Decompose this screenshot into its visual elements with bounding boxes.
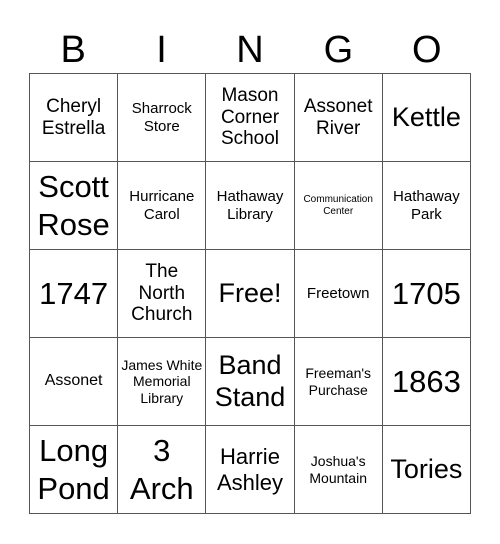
bingo-cell[interactable]: Hurricane Carol bbox=[118, 162, 207, 250]
header-letter-o: O bbox=[411, 29, 442, 71]
bingo-cell[interactable]: Hathaway Park bbox=[382, 162, 471, 250]
header-letter-b: B bbox=[60, 29, 86, 71]
bingo-cell[interactable]: James White Memorial Library bbox=[118, 338, 207, 426]
bingo-cell[interactable]: The North Church bbox=[118, 250, 207, 338]
bingo-cell[interactable]: Freetown bbox=[294, 250, 383, 338]
free-space-cell[interactable]: Free! bbox=[206, 250, 295, 338]
header-letter-g: G bbox=[323, 29, 354, 71]
header-letter-i: I bbox=[156, 29, 167, 71]
bingo-cell[interactable]: Mason Corner School bbox=[206, 74, 295, 162]
bingo-cell[interactable]: Hathaway Library bbox=[206, 162, 295, 250]
bingo-cell[interactable]: Communication Center bbox=[294, 162, 383, 250]
bingo-cell[interactable]: Scott Rose bbox=[30, 162, 119, 250]
bingo-grid: Cheryl Estrella Sharrock Store Mason Cor… bbox=[29, 73, 471, 514]
header-letter-n: N bbox=[236, 29, 264, 71]
bingo-cell[interactable]: 1747 bbox=[30, 250, 119, 338]
bingo-cell[interactable]: Assonet bbox=[30, 338, 119, 426]
bingo-header: B I N G O bbox=[29, 28, 471, 73]
bingo-cell[interactable]: 1863 bbox=[382, 338, 471, 426]
bingo-cell[interactable]: Long Pond bbox=[30, 426, 119, 514]
bingo-cell[interactable]: Assonet River bbox=[294, 74, 383, 162]
bingo-cell[interactable]: 3 Arch bbox=[118, 426, 207, 514]
bingo-cell[interactable]: Sharrock Store bbox=[118, 74, 207, 162]
bingo-cell[interactable]: Kettle bbox=[382, 74, 471, 162]
bingo-cell[interactable]: Band Stand bbox=[206, 338, 295, 426]
bingo-cell[interactable]: Freeman's Purchase bbox=[294, 338, 383, 426]
bingo-cell[interactable]: Tories bbox=[382, 426, 471, 514]
bingo-cell[interactable]: Harrie Ashley bbox=[206, 426, 295, 514]
bingo-cell[interactable]: Joshua's Mountain bbox=[294, 426, 383, 514]
bingo-cell[interactable]: Cheryl Estrella bbox=[30, 74, 119, 162]
bingo-cell[interactable]: 1705 bbox=[382, 250, 471, 338]
